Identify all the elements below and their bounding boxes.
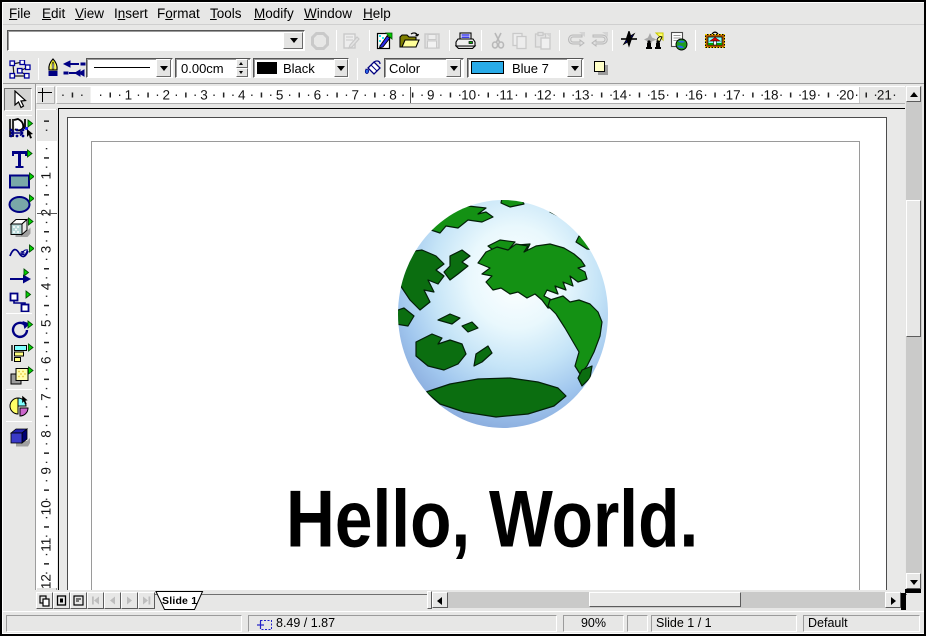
svg-text:3: 3 xyxy=(200,88,208,103)
svg-text:10: 10 xyxy=(461,88,476,103)
svg-text:9: 9 xyxy=(427,88,435,103)
svg-text:6: 6 xyxy=(314,88,322,103)
svg-text:14: 14 xyxy=(612,88,628,103)
svg-text:5: 5 xyxy=(39,320,54,328)
svg-text:18: 18 xyxy=(763,88,778,103)
svg-text:5: 5 xyxy=(276,88,284,103)
svg-text:1: 1 xyxy=(125,88,133,103)
svg-text:16: 16 xyxy=(688,88,703,103)
svg-text:21: 21 xyxy=(877,88,892,103)
svg-text:11: 11 xyxy=(499,88,513,103)
svg-text:1: 1 xyxy=(39,172,54,180)
svg-text:17: 17 xyxy=(726,88,741,103)
svg-text:13: 13 xyxy=(574,88,589,103)
svg-text:7: 7 xyxy=(351,88,359,103)
svg-text:8: 8 xyxy=(389,88,397,103)
svg-text:19: 19 xyxy=(801,88,816,103)
svg-text:4: 4 xyxy=(238,88,246,103)
svg-text:12: 12 xyxy=(39,574,54,588)
svg-text:6: 6 xyxy=(39,356,54,364)
svg-text:7: 7 xyxy=(39,393,54,401)
svg-text:12: 12 xyxy=(537,88,552,103)
svg-text:15: 15 xyxy=(650,88,665,103)
svg-text:9: 9 xyxy=(39,467,54,475)
svg-text:8: 8 xyxy=(39,430,54,438)
svg-text:2: 2 xyxy=(162,88,170,103)
svg-text:11: 11 xyxy=(39,538,54,552)
svg-text:20: 20 xyxy=(839,88,854,103)
svg-text:10: 10 xyxy=(39,500,54,515)
svg-text:4: 4 xyxy=(39,282,54,290)
svg-text:3: 3 xyxy=(39,246,54,254)
